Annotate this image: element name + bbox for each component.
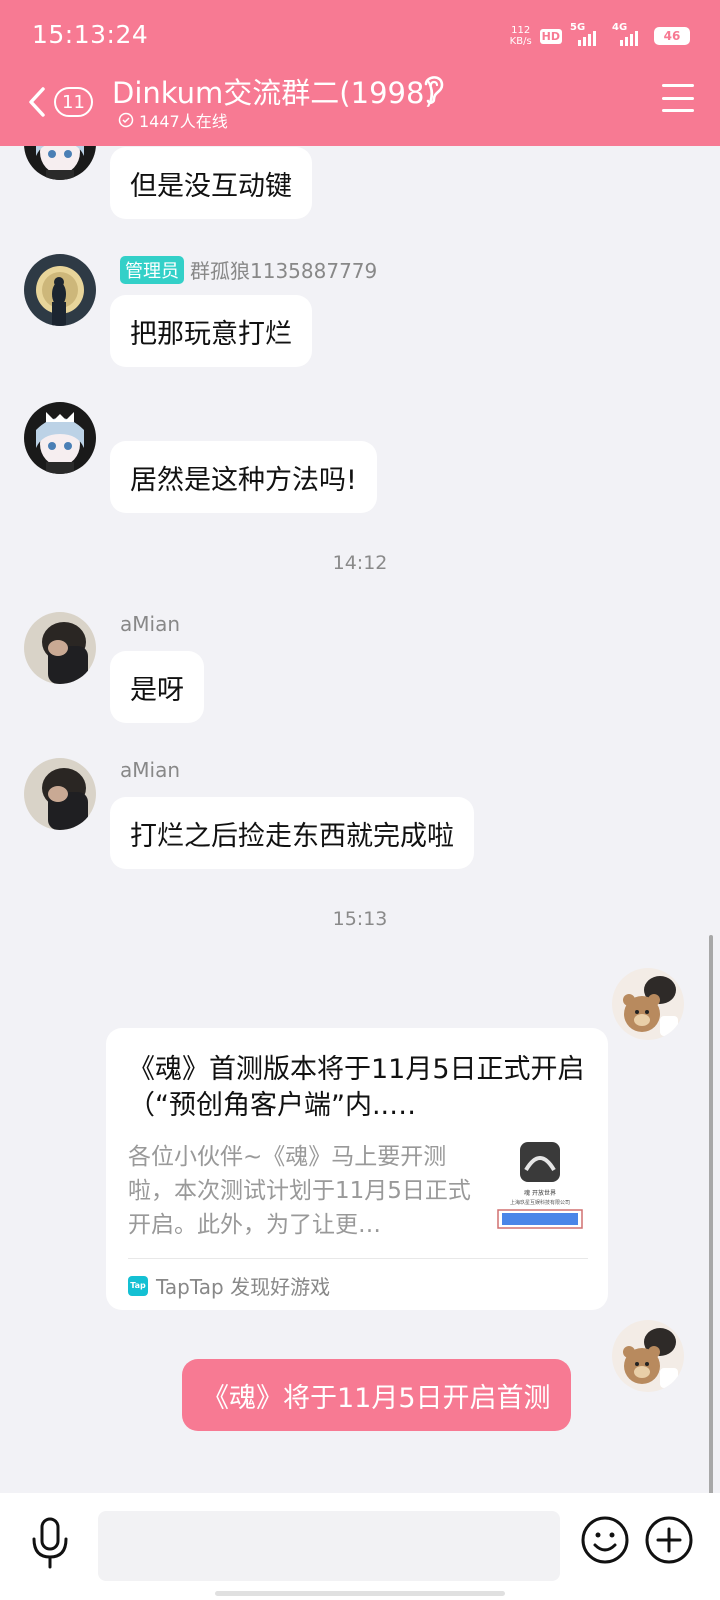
avatar[interactable] bbox=[24, 612, 96, 684]
menu-line-icon bbox=[662, 109, 694, 112]
status-time: 15:13:24 bbox=[32, 20, 149, 49]
taptap-logo-icon: Tap bbox=[128, 1275, 148, 1296]
admin-badge: 管理员 bbox=[120, 255, 184, 284]
teddy-bear-avatar-icon bbox=[612, 1320, 684, 1392]
message-bubble[interactable]: 是呀 bbox=[110, 651, 204, 723]
timestamp: 15:13 bbox=[332, 908, 388, 930]
avatar[interactable] bbox=[24, 254, 96, 326]
message-bubble[interactable]: 居然是这种方法吗! bbox=[110, 441, 377, 513]
microphone-icon[interactable] bbox=[28, 1515, 72, 1571]
online-count: 1447人在线 bbox=[139, 112, 228, 131]
menu-line-icon bbox=[662, 84, 694, 87]
online-status: 1447人在线 bbox=[118, 108, 228, 132]
ear-icon[interactable] bbox=[420, 72, 448, 106]
chat-header: 15:13:24 112 KB/s HD 5G 4G 46 11 Dinkum交… bbox=[0, 0, 720, 146]
signal-4g-icon: 4G bbox=[612, 22, 646, 46]
input-bar bbox=[0, 1493, 720, 1600]
message-bubble[interactable]: 但是没互动键 bbox=[110, 147, 312, 219]
thumb-caption: 魂 开放世界 bbox=[524, 1189, 556, 1197]
anime-girl-avatar-icon bbox=[24, 402, 96, 474]
message-sender: 管理员 群孤狼1135887779 bbox=[120, 255, 377, 284]
my-avatar[interactable] bbox=[612, 1320, 684, 1392]
card-source: Tap TapTap 发现好游戏 bbox=[128, 1271, 330, 1300]
person-photo-avatar-icon bbox=[24, 758, 96, 830]
avatar[interactable] bbox=[24, 402, 96, 474]
menu-button[interactable] bbox=[662, 84, 694, 112]
network-speed: 112 KB/s bbox=[510, 25, 532, 47]
status-icons: 112 KB/s HD 5G 4G 46 bbox=[510, 22, 690, 50]
menu-line-icon bbox=[662, 96, 694, 100]
timestamp: 14:12 bbox=[332, 552, 388, 574]
person-photo-avatar-icon bbox=[24, 612, 96, 684]
plus-icon[interactable] bbox=[644, 1515, 694, 1565]
emoji-icon[interactable] bbox=[580, 1515, 630, 1565]
home-indicator[interactable] bbox=[215, 1591, 505, 1596]
message-sender: aMian bbox=[120, 612, 180, 636]
shared-link-card[interactable]: 《魂》首测版本将于11月5日正式开启（“预创角客户端”内..… 各位小伙伴~《魂… bbox=[106, 1028, 608, 1310]
back-button[interactable]: 11 bbox=[28, 80, 98, 124]
card-divider bbox=[128, 1258, 588, 1259]
my-avatar[interactable] bbox=[612, 968, 684, 1040]
scrollbar[interactable] bbox=[709, 935, 713, 1495]
message-bubble[interactable]: 打烂之后捡走东西就完成啦 bbox=[110, 797, 474, 869]
sender-name[interactable]: aMian bbox=[120, 612, 180, 636]
avatar[interactable] bbox=[24, 758, 96, 830]
network-speed-value: 112 bbox=[511, 25, 531, 36]
online-check-icon bbox=[118, 112, 134, 128]
unread-count-badge: 11 bbox=[54, 87, 93, 117]
signal-4g-label: 4G bbox=[612, 22, 628, 33]
hd-icon: HD bbox=[539, 28, 562, 44]
battery-icon: 46 bbox=[654, 27, 690, 45]
moon-silhouette-avatar-icon bbox=[24, 254, 96, 326]
signal-5g-label: 5G bbox=[570, 22, 586, 33]
sender-name[interactable]: 群孤狼1135887779 bbox=[190, 255, 377, 284]
sender-name[interactable]: aMian bbox=[120, 758, 180, 782]
teddy-bear-avatar-icon bbox=[612, 968, 684, 1040]
card-title: 《魂》首测版本将于11月5日正式开启（“预创角客户端”内..… bbox=[128, 1054, 585, 1121]
message-input[interactable] bbox=[98, 1511, 560, 1581]
thumb-company: 上海玖星互娱科技有限公司 bbox=[510, 1199, 570, 1206]
message-bubble[interactable]: 把那玩意打烂 bbox=[110, 295, 312, 367]
signal-5g-icon: 5G bbox=[570, 22, 604, 46]
card-source-label: TapTap 发现好游戏 bbox=[156, 1275, 331, 1299]
my-message-bubble[interactable]: 《魂》将于11月5日开启首测 bbox=[182, 1359, 571, 1431]
game-thumbnail-image: 魂 开放世界 上海玖星互娱科技有限公司 bbox=[494, 1140, 586, 1238]
message-sender: aMian bbox=[120, 758, 180, 782]
chevron-left-icon bbox=[29, 87, 45, 117]
group-title[interactable]: Dinkum交流群二(1998) bbox=[112, 70, 436, 112]
card-description: 各位小伙伴~《魂》马上要开测啦，本次测试计划于11月5日正式开启。此外，为了让更… bbox=[128, 1144, 471, 1238]
network-speed-unit: KB/s bbox=[509, 36, 532, 47]
